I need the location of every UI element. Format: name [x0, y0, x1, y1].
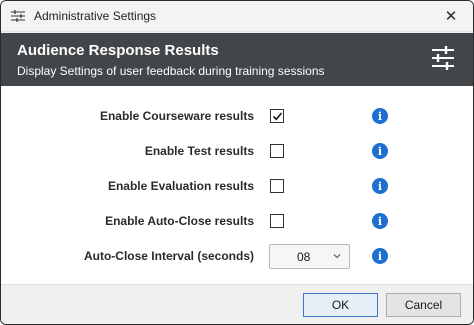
window-title: Administrative Settings	[34, 9, 157, 23]
setting-row-auto-close: Enable Auto-Close results i	[1, 211, 473, 233]
cancel-button[interactable]: Cancel	[386, 293, 461, 317]
info-icon[interactable]: i	[372, 178, 388, 194]
setting-row-test: Enable Test results i	[1, 141, 473, 163]
auto-close-label: Enable Auto-Close results	[105, 214, 254, 228]
chevron-down-icon	[333, 254, 341, 259]
setting-row-evaluation: Enable Evaluation results i	[1, 176, 473, 198]
settings-panel: Enable Courseware results i Enable Test …	[1, 86, 473, 284]
test-label: Enable Test results	[144, 144, 254, 158]
info-icon[interactable]: i	[372, 213, 388, 229]
checkmark-icon	[272, 111, 282, 120]
interval-select[interactable]: 08	[269, 244, 350, 269]
sliders-icon	[432, 46, 454, 70]
header-subtitle: Display Settings of user feedback during…	[17, 64, 325, 78]
interval-value: 08	[297, 250, 311, 264]
header-title: Audience Response Results	[17, 42, 219, 59]
info-icon[interactable]: i	[372, 248, 388, 264]
evaluation-label: Enable Evaluation results	[107, 179, 254, 193]
settings-sliders-icon	[11, 10, 25, 22]
close-button[interactable]: ✕	[429, 1, 473, 31]
evaluation-checkbox[interactable]	[270, 179, 284, 193]
test-checkbox[interactable]	[270, 144, 284, 158]
auto-close-checkbox[interactable]	[270, 214, 284, 228]
title-bar: Administrative Settings ✕	[1, 1, 473, 32]
header-banner: Audience Response Results Display Settin…	[1, 33, 473, 86]
close-icon: ✕	[444, 8, 458, 25]
info-icon[interactable]: i	[372, 108, 388, 124]
setting-row-courseware: Enable Courseware results i	[1, 106, 473, 128]
courseware-label: Enable Courseware results	[99, 109, 254, 123]
courseware-checkbox[interactable]	[270, 109, 284, 123]
interval-label: Auto-Close Interval (seconds)	[83, 249, 254, 263]
setting-row-interval: Auto-Close Interval (seconds) 08 i	[1, 244, 473, 269]
info-icon[interactable]: i	[372, 143, 388, 159]
ok-button[interactable]: OK	[303, 293, 378, 317]
dialog-window: Administrative Settings ✕ Audience Respo…	[0, 0, 474, 325]
footer-bar: OK Cancel	[1, 284, 473, 324]
